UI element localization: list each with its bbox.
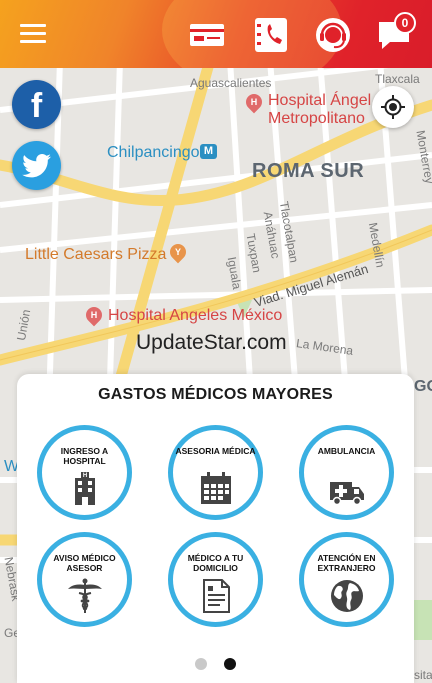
twitter-button[interactable] — [12, 141, 61, 190]
metro-station-label[interactable]: Chilpancingo — [107, 144, 200, 162]
poi-label[interactable]: Hospital Angeles México — [108, 307, 282, 325]
service-aviso-medico-asesor[interactable]: AVISO MÉDICO ASESOR — [37, 532, 132, 627]
service-label: INGRESO A HOSPITAL — [60, 446, 109, 466]
facebook-icon: f — [30, 87, 43, 125]
ambulance-icon — [330, 482, 364, 506]
hospital-building-icon: H — [75, 472, 95, 505]
service-medico-domicilio[interactable]: MÉDICO A TU DOMICILIO — [168, 532, 263, 627]
id-card-icon[interactable] — [188, 16, 226, 54]
calendar-icon — [201, 472, 231, 504]
service-label: MÉDICO A TU DOMICILIO — [187, 553, 244, 573]
notification-badge: 0 — [394, 12, 416, 34]
facebook-button[interactable]: f — [12, 80, 61, 129]
service-ingreso-hospital[interactable]: INGRESO A HOSPITAL H — [37, 425, 132, 520]
service-atencion-extranjero[interactable]: ATENCIÓN EN EXTRANJERO — [299, 532, 394, 627]
area-label: ROMA SUR — [252, 160, 365, 182]
poi-label[interactable]: Little Caesars Pizza — [25, 246, 166, 264]
crosshair-icon — [381, 95, 405, 119]
pager-dot[interactable] — [195, 658, 207, 670]
globe-icon — [331, 580, 363, 612]
my-location-button[interactable] — [372, 86, 414, 128]
panel-title: GASTOS MÉDICOS MAYORES — [98, 386, 333, 403]
restaurant-pin-icon[interactable]: Y — [166, 240, 190, 264]
hospital-pin-icon[interactable]: H — [82, 303, 106, 327]
service-label: AMBULANCIA — [317, 446, 376, 456]
area-label: GO — [414, 378, 432, 395]
service-ambulancia[interactable]: AMBULANCIA — [299, 425, 394, 520]
app-header: 0 — [0, 0, 432, 68]
street-label: Aguascalientes — [190, 76, 272, 90]
hospital-pin-icon[interactable]: H — [242, 90, 266, 114]
phone-book-icon[interactable] — [252, 16, 290, 54]
twitter-bird-icon — [21, 153, 51, 177]
service-label: ATENCIÓN EN EXTRANJERO — [317, 553, 376, 573]
services-panel: GASTOS MÉDICOS MAYORES INGRESO A HOSPITA… — [17, 374, 414, 683]
service-label: AVISO MÉDICO ASESOR — [53, 553, 116, 573]
svg-text:H: H — [83, 473, 87, 479]
service-asesoria-medica[interactable]: ASESORIA MÉDICA — [168, 425, 263, 520]
service-label: ASESORIA MÉDICA — [175, 446, 256, 456]
street-label: Tlaxcala — [375, 72, 420, 86]
chat-bubble-icon[interactable]: 0 — [376, 12, 416, 54]
poi-label[interactable]: Metropolitano — [268, 110, 365, 128]
hamburger-menu-icon[interactable] — [20, 24, 46, 44]
watermark-text: UpdateStar.com — [136, 331, 287, 354]
caduceus-icon — [68, 578, 102, 613]
street-label: sita — [414, 668, 432, 682]
pager-dot-active[interactable] — [224, 658, 236, 670]
document-icon — [203, 579, 230, 613]
metro-icon: M — [200, 144, 217, 159]
poi-label[interactable]: Hospital Ángel — [268, 92, 371, 110]
support-headset-icon[interactable] — [314, 16, 352, 54]
